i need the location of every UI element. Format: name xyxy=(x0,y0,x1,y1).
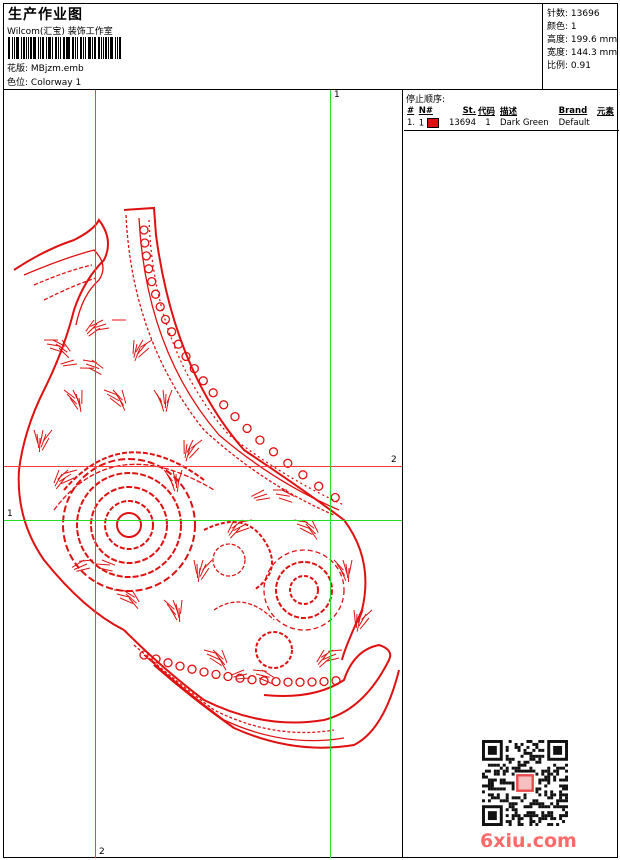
row-needle: 1 xyxy=(418,117,444,129)
col-brand: Brand xyxy=(558,105,588,116)
col-index: # xyxy=(407,105,415,116)
guide-red-h-label: 2 xyxy=(391,455,397,465)
table-row: 1. 1 13694 1 Dark Green Default xyxy=(406,117,618,129)
watermark-logo: 6xiu.com xyxy=(480,830,577,852)
design-info: 花版: MBjzm.emb xyxy=(7,61,84,74)
col-element: 元素 xyxy=(596,106,614,117)
col-stitches: St. xyxy=(462,105,476,116)
stat-stitches: 针数: 13696 xyxy=(547,9,600,19)
color-swatch xyxy=(426,117,439,128)
row-stitches: 13694 xyxy=(448,118,476,128)
row-index: 1. xyxy=(407,118,416,128)
guide-red-horizontal xyxy=(4,466,402,467)
guide-green-horizontal xyxy=(4,520,402,521)
row-description: Dark Green xyxy=(500,118,549,128)
stats-panel: 针数: 13696 颜色: 1 高度: 199.6 mm 宽度: 144.3 m… xyxy=(542,4,619,90)
col-description: 描述 xyxy=(500,106,518,117)
stat-width: 宽度: 144.3 mm xyxy=(547,48,618,58)
stop-sequence-divider xyxy=(404,130,619,131)
page-subtitle: Wilcom(汇宝) 装饰工作室 xyxy=(7,27,113,37)
colorway-value: Colorway 1 xyxy=(30,78,82,88)
row-element xyxy=(596,117,618,129)
col-code: 代码 xyxy=(477,106,495,117)
design-label: 花版: xyxy=(7,64,29,74)
guide-green-vertical xyxy=(330,90,331,858)
page-title: 生产作业图 xyxy=(8,7,83,23)
stat-colors: 颜色: 1 xyxy=(547,22,577,32)
guide-green-h-label: 1 xyxy=(7,509,13,519)
table-header-row: # N# St. 代码 描述 Brand 元素 xyxy=(406,104,618,117)
design-preview: 2 2 1 1 xyxy=(4,90,403,858)
guide-red-vertical xyxy=(95,90,96,858)
row-brand: Default xyxy=(558,118,590,128)
worksheet: 生产作业图 Wilcom(汇宝) 装饰工作室 花版: MBjzm.emb 色位:… xyxy=(3,3,619,858)
qr-code-image xyxy=(482,740,568,826)
col-needle: N# xyxy=(418,105,433,116)
barcode xyxy=(8,37,123,59)
row-code: 1 xyxy=(485,118,491,128)
guide-red-v-label: 2 xyxy=(99,847,105,857)
embroidery-design xyxy=(13,206,400,749)
stat-height: 高度: 199.6 mm xyxy=(547,35,618,45)
colorway-label: 色位: xyxy=(7,78,29,88)
colorway-info: 色位: Colorway 1 xyxy=(7,75,81,88)
design-file: MBjzm.emb xyxy=(30,64,84,74)
guide-green-v-label: 1 xyxy=(334,90,340,100)
stop-sequence-table: # N# St. 代码 描述 Brand 元素 1. 1 13694 1 Dar… xyxy=(406,104,618,129)
stat-scale: 比例: 0.91 xyxy=(547,61,591,71)
